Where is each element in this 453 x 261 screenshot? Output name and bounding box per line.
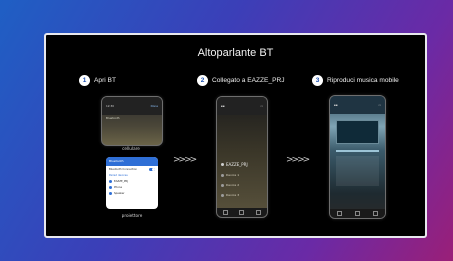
menu-header: Bluetooth — [106, 157, 158, 166]
phone-spacer — [217, 115, 267, 159]
connected-device-label: EAZZE_PRJ — [226, 162, 248, 167]
step-label: Riproduci musica mobile — [327, 77, 399, 84]
device-label: Device 2 — [226, 183, 240, 187]
slide-title: Altoparlante BT — [197, 47, 274, 59]
device-icon — [221, 193, 224, 197]
battery-icon: ▭ — [260, 104, 263, 108]
device-icon — [221, 183, 224, 187]
phone-device-list: ▪▪ ▭ EAZZE_PRJ Device 1 Device 2 Device … — [216, 96, 268, 218]
nav-home-icon[interactable] — [239, 210, 245, 215]
device-label: Phone — [114, 185, 123, 189]
device-item[interactable]: Speaker — [106, 190, 158, 196]
device-label: Speaker — [114, 191, 125, 195]
track-list[interactable] — [336, 156, 379, 186]
projector-caption: proiettore — [121, 213, 143, 218]
arrow-chevrons-1: >>>> — [173, 155, 197, 165]
nav-recent-icon[interactable] — [373, 211, 379, 216]
signal-icon: ▪▪ — [334, 103, 338, 107]
status-bar: ▪▪ ▭ — [217, 97, 267, 115]
nav-back-icon[interactable] — [336, 211, 342, 216]
device-row-connected[interactable]: EAZZE_PRJ — [217, 159, 267, 170]
toggle-label: Bluetooth Connection — [109, 167, 138, 171]
nav-bar — [330, 209, 385, 218]
arrow-chevrons-2: >>>> — [286, 155, 310, 165]
status-bar: ▪▪ ▭ — [330, 96, 385, 114]
phone-icon — [109, 185, 112, 189]
bluetooth-toggle[interactable] — [149, 167, 155, 171]
device-row[interactable]: Device 2 — [217, 180, 267, 190]
step-label: Apri BT — [94, 77, 116, 84]
step-1: 1 Apri BT — [79, 75, 116, 86]
bluetooth-header: Bluetooth — [106, 116, 120, 120]
step-3: 3 Riproduci musica mobile — [312, 75, 399, 86]
device-icon — [221, 173, 224, 177]
step-number: 3 — [312, 75, 323, 86]
progress-bar[interactable] — [336, 150, 379, 152]
bluetooth-icon — [109, 179, 112, 183]
device-row[interactable]: Device 3 — [217, 190, 267, 200]
device-label: Device 3 — [226, 193, 240, 197]
nav-home-icon[interactable] — [354, 211, 360, 216]
phone-bluetooth-screen: 12:30 Done Bluetooth — [101, 96, 163, 146]
device-label: EAZZE_PRJ — [114, 179, 129, 183]
nav-bar — [217, 208, 267, 217]
album-art — [336, 120, 379, 144]
signal-icon: ▪▪ — [221, 104, 225, 108]
step-label: Collegato a EAZZE_PRJ — [212, 77, 285, 84]
nav-recent-icon[interactable] — [256, 210, 262, 215]
phone-caption: cellulare — [122, 146, 140, 151]
status-bar: 12:30 Done — [102, 97, 162, 115]
bluetooth-icon — [221, 163, 224, 166]
battery-icon: ▭ — [378, 103, 381, 107]
phone-music-player: ▪▪ ▭ — [329, 95, 386, 219]
step-number: 2 — [197, 75, 208, 86]
nav-back-icon[interactable] — [222, 210, 228, 215]
projector-bluetooth-menu: Bluetooth Bluetooth Connection Paired de… — [106, 157, 158, 209]
speaker-icon — [109, 191, 112, 195]
done-label[interactable]: Done — [151, 104, 158, 108]
device-label: Device 1 — [226, 173, 240, 177]
device-row[interactable]: Device 1 — [217, 170, 267, 180]
phone-time: 12:30 — [106, 104, 115, 108]
step-2: 2 Collegato a EAZZE_PRJ — [197, 75, 285, 86]
step-number: 1 — [79, 75, 90, 86]
slide-frame: Altoparlante BT 1 Apri BT 2 Collegato a … — [44, 33, 427, 238]
